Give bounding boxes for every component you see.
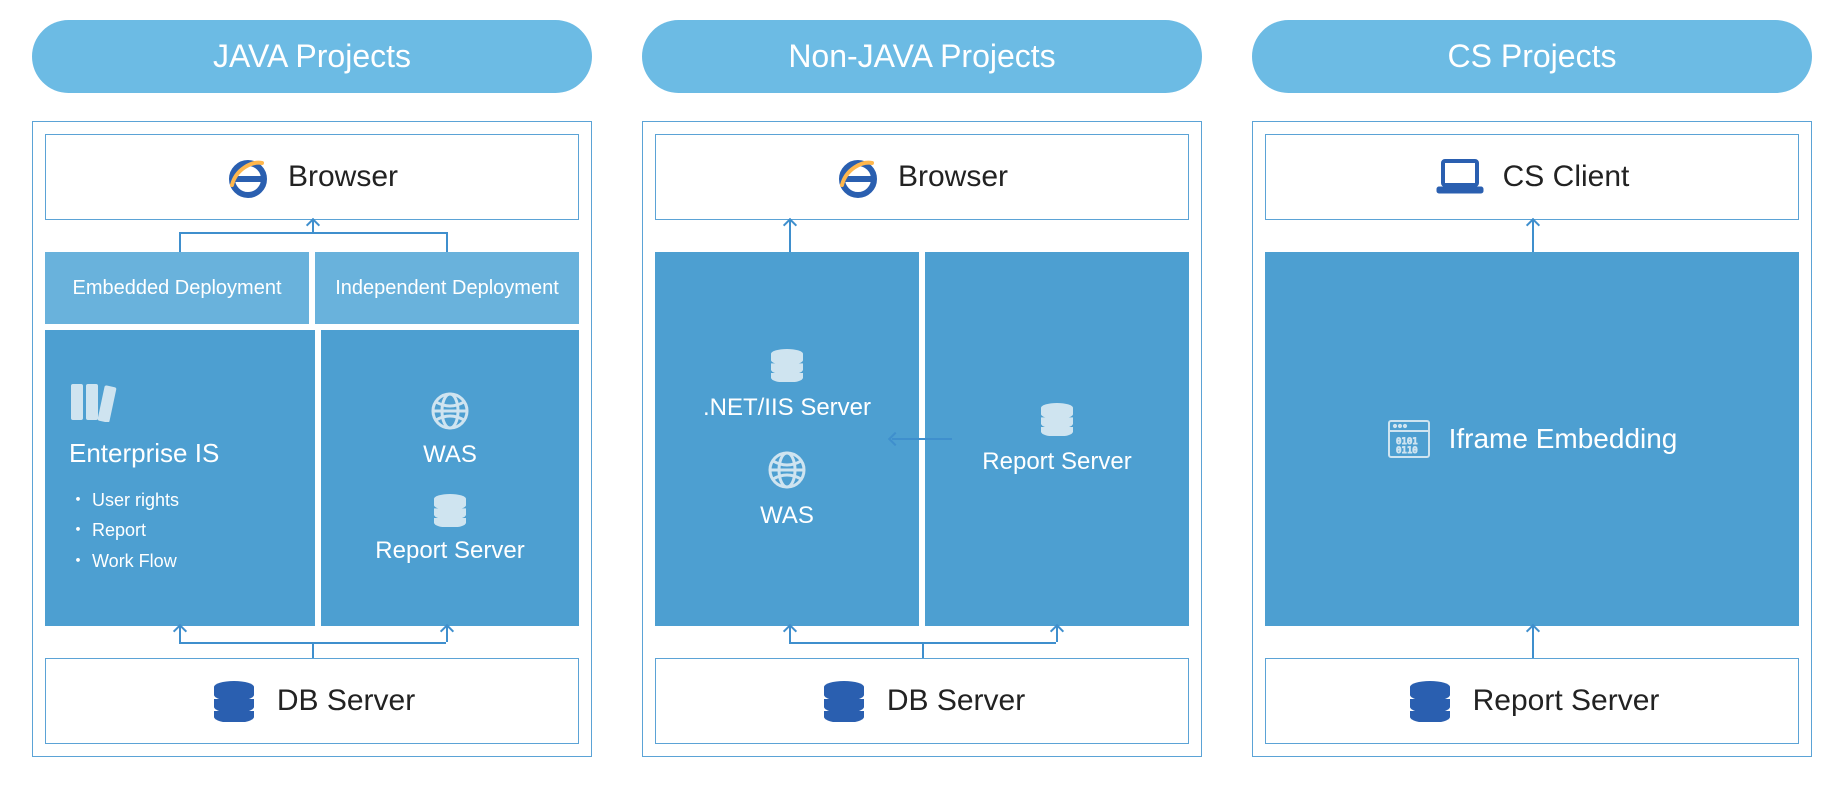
database-icon bbox=[430, 493, 470, 527]
globe-icon bbox=[430, 391, 470, 431]
was-label-java: WAS bbox=[423, 441, 477, 469]
feature-report: Report bbox=[69, 515, 179, 546]
deploy-headers: Embedded Deployment Independent Deployme… bbox=[45, 252, 579, 324]
database-icon bbox=[1037, 402, 1077, 436]
db-server-label-java: DB Server bbox=[277, 684, 415, 718]
database-icon bbox=[209, 680, 259, 722]
netiis-label: .NET/IIS Server bbox=[703, 394, 871, 422]
independent-deploy-header: Independent Deployment bbox=[315, 252, 579, 324]
db-server-label-nonjava: DB Server bbox=[887, 684, 1025, 718]
ie-browser-icon bbox=[226, 155, 270, 199]
cs-client-label: CS Client bbox=[1503, 160, 1630, 194]
connector-nonjava-horizontal bbox=[892, 438, 952, 440]
iframe-icon bbox=[1387, 419, 1431, 459]
browser-label-java: Browser bbox=[288, 160, 398, 194]
java-middle-row: Enterprise IS User rights Report Work Fl… bbox=[45, 330, 579, 626]
enterprise-is-box: Enterprise IS User rights Report Work Fl… bbox=[45, 330, 315, 626]
report-server-box-nonjava: Report Server bbox=[925, 252, 1189, 626]
globe-icon bbox=[767, 450, 807, 490]
connector-java-up bbox=[45, 220, 579, 252]
feature-user-rights: User rights bbox=[69, 485, 179, 516]
report-server-box-cs: Report Server bbox=[1265, 658, 1799, 744]
nonjava-middle-row: .NET/IIS Server WAS Report Server bbox=[655, 252, 1189, 626]
outer-nonjava: Browser .NET/IIS Server WAS Report Serve… bbox=[642, 121, 1202, 757]
report-server-label-cs: Report Server bbox=[1473, 684, 1660, 718]
iframe-embedding-box: Iframe Embedding bbox=[1265, 252, 1799, 626]
browser-label-nonjava: Browser bbox=[898, 160, 1008, 194]
embedded-deploy-header: Embedded Deployment bbox=[45, 252, 309, 324]
books-icon bbox=[69, 380, 117, 422]
connector-java-down bbox=[45, 626, 579, 658]
outer-cs: CS Client Iframe Embedding Report Server bbox=[1252, 121, 1812, 757]
cs-client-box: CS Client bbox=[1265, 134, 1799, 220]
ie-browser-icon bbox=[836, 155, 880, 199]
column-nonjava: Non-JAVA Projects Browser .NET/IIS Serve… bbox=[642, 20, 1202, 757]
diagram-columns: JAVA Projects Browser Embedded Deploymen… bbox=[25, 20, 1819, 757]
outer-java: Browser Embedded Deployment Independent … bbox=[32, 121, 592, 757]
column-java: JAVA Projects Browser Embedded Deploymen… bbox=[32, 20, 592, 757]
netiis-was-box: .NET/IIS Server WAS bbox=[655, 252, 919, 626]
connector-cs-down bbox=[1265, 626, 1799, 658]
report-server-label-nonjava: Report Server bbox=[982, 448, 1131, 476]
was-report-box: WAS Report Server bbox=[321, 330, 579, 626]
db-server-box-nonjava: DB Server bbox=[655, 658, 1189, 744]
browser-box-nonjava: Browser bbox=[655, 134, 1189, 220]
enterprise-feature-list: User rights Report Work Flow bbox=[69, 485, 179, 577]
enterprise-is-title: Enterprise IS bbox=[69, 438, 219, 469]
column-cs: CS Projects CS Client Iframe Embedding R bbox=[1252, 20, 1812, 757]
browser-box-java: Browser bbox=[45, 134, 579, 220]
database-icon bbox=[767, 348, 807, 382]
pill-java: JAVA Projects bbox=[32, 20, 592, 93]
iframe-label: Iframe Embedding bbox=[1449, 423, 1678, 455]
report-server-label-java: Report Server bbox=[375, 537, 524, 565]
database-icon bbox=[1405, 680, 1455, 722]
database-icon bbox=[819, 680, 869, 722]
connector-nonjava-down bbox=[655, 626, 1189, 658]
was-label-nonjava: WAS bbox=[760, 502, 814, 530]
feature-workflow: Work Flow bbox=[69, 546, 179, 577]
pill-nonjava: Non-JAVA Projects bbox=[642, 20, 1202, 93]
db-server-box-java: DB Server bbox=[45, 658, 579, 744]
connector-cs-up bbox=[1265, 220, 1799, 252]
connector-nonjava-up bbox=[655, 220, 1189, 252]
pill-cs: CS Projects bbox=[1252, 20, 1812, 93]
laptop-icon bbox=[1435, 157, 1485, 197]
